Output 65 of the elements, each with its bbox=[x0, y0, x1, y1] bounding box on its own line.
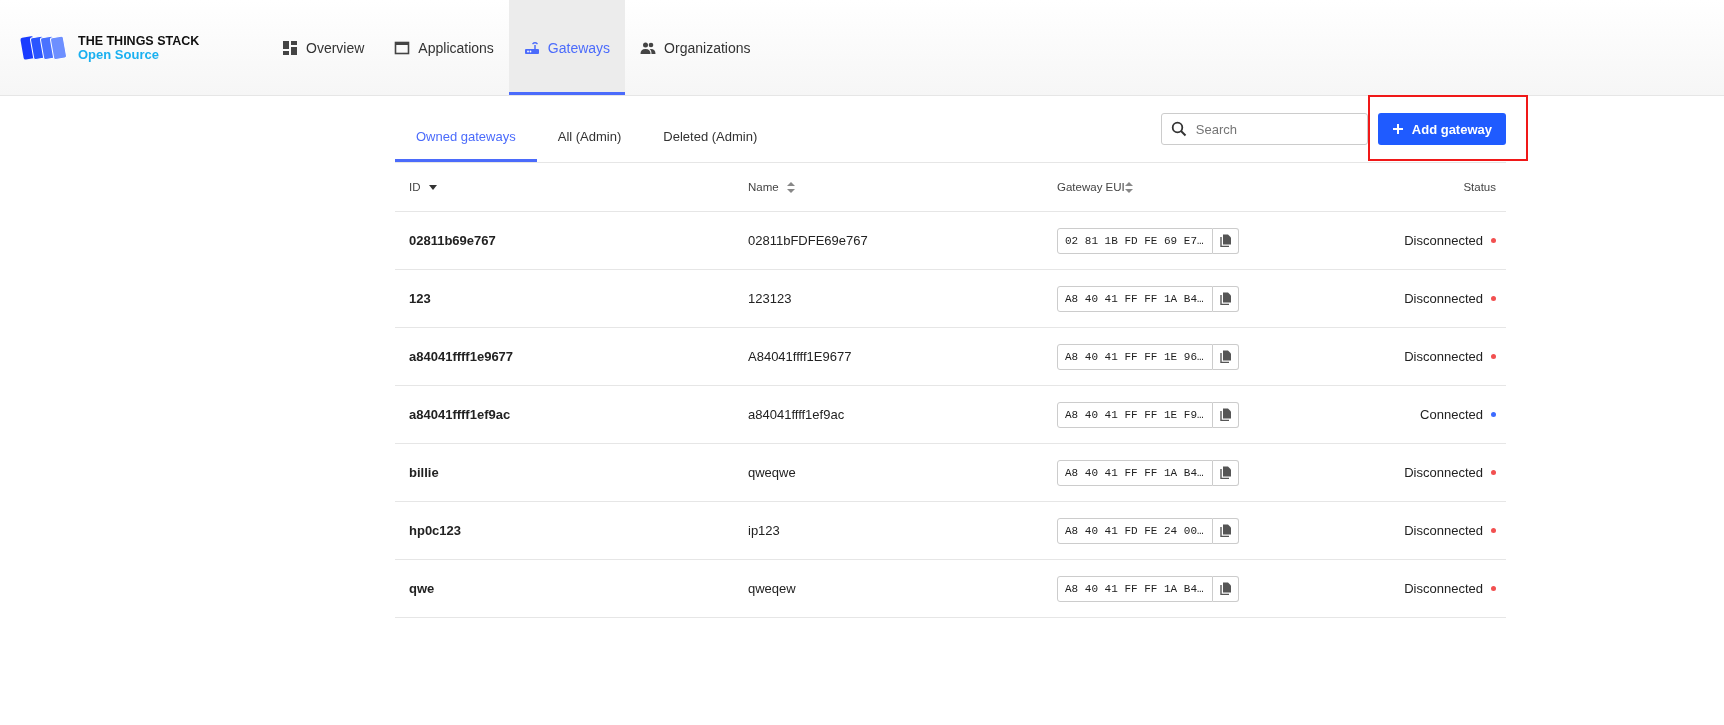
eui-field: A8 40 41 FD FE 24 00… bbox=[1057, 517, 1213, 544]
status-label: Disconnected bbox=[1404, 291, 1483, 306]
tab[interactable]: Deleted (Admin) bbox=[642, 114, 779, 162]
table-cell: a84041ffff1e9677 bbox=[409, 349, 514, 364]
status-label: Connected bbox=[1420, 407, 1483, 422]
status-label: Disconnected bbox=[1404, 465, 1483, 480]
nav-tab[interactable]: Overview bbox=[267, 0, 380, 95]
table-cell: a84041ffff1ef9ac bbox=[748, 407, 845, 422]
copy-button[interactable] bbox=[1213, 401, 1239, 428]
brand-title: THE THINGS STACK bbox=[78, 33, 200, 48]
copy-button[interactable] bbox=[1213, 285, 1239, 312]
tab[interactable]: Owned gateways bbox=[395, 114, 537, 162]
copy-icon bbox=[1219, 524, 1232, 537]
copy-icon bbox=[1219, 582, 1232, 595]
table-cell: A84041ffff1E9677 bbox=[748, 349, 852, 364]
copy-button[interactable] bbox=[1213, 227, 1239, 254]
nav-tab[interactable]: Organizations bbox=[625, 0, 766, 95]
table-cell: 123123 bbox=[748, 291, 792, 306]
copy-icon bbox=[1219, 350, 1232, 363]
table-cell: 02811bFDFE69e767 bbox=[748, 233, 868, 248]
add-gateway-button[interactable]: Add gateway bbox=[1377, 113, 1506, 145]
nav-tab[interactable]: Applications bbox=[379, 0, 509, 95]
copy-icon bbox=[1219, 292, 1232, 305]
column-header[interactable]: ID bbox=[409, 181, 421, 193]
copy-icon bbox=[1219, 466, 1232, 479]
copy-button[interactable] bbox=[1213, 459, 1239, 486]
nav-tab[interactable]: Gateways bbox=[508, 0, 626, 95]
copy-button[interactable] bbox=[1213, 575, 1239, 602]
table-cell: a84041ffff1ef9ac bbox=[409, 407, 511, 422]
caret-down-icon[interactable] bbox=[428, 184, 437, 190]
eui-field: A8 40 41 FF FF 1E F9… bbox=[1057, 401, 1213, 428]
tab[interactable]: All (Admin) bbox=[536, 114, 643, 162]
search-field[interactable]: Search bbox=[1160, 113, 1368, 145]
table-cell: hp0c123 bbox=[409, 523, 462, 538]
table-cell: 123 bbox=[409, 291, 431, 306]
table-cell: billie bbox=[409, 465, 439, 480]
table-cell: qwe bbox=[409, 581, 435, 596]
column-header[interactable]: Gateway EUI bbox=[1057, 181, 1125, 193]
sort-icon[interactable] bbox=[786, 181, 795, 193]
copy-icon bbox=[1219, 234, 1232, 247]
table-cell: ip123 bbox=[748, 523, 780, 538]
copy-button[interactable] bbox=[1213, 517, 1239, 544]
table-cell: 02811b69e767 bbox=[409, 233, 496, 248]
status-label: Disconnected bbox=[1404, 233, 1483, 248]
eui-field: A8 40 41 FF FF 1A B4… bbox=[1057, 575, 1213, 602]
column-header[interactable]: Name bbox=[748, 181, 779, 193]
router-icon bbox=[523, 39, 540, 56]
dashboard-icon bbox=[282, 39, 298, 56]
eui-field: A8 40 41 FF FF 1A B4… bbox=[1057, 285, 1213, 312]
eui-field: 02 81 1B FD FE 69 E7… bbox=[1057, 227, 1213, 254]
status-label: Disconnected bbox=[1404, 349, 1483, 364]
eui-field: A8 40 41 FF FF 1E 96… bbox=[1057, 343, 1213, 370]
status-label: Disconnected bbox=[1404, 581, 1483, 596]
plus-icon bbox=[1391, 123, 1404, 135]
search-icon bbox=[1170, 121, 1187, 137]
brand-subtitle: Open Source bbox=[78, 47, 160, 62]
eui-field: A8 40 41 FF FF 1A B4… bbox=[1057, 459, 1213, 486]
window-icon bbox=[394, 39, 411, 56]
copy-icon bbox=[1219, 408, 1232, 421]
copy-button[interactable] bbox=[1213, 343, 1239, 370]
sort-icon[interactable] bbox=[1124, 181, 1133, 193]
table-cell: qweqew bbox=[748, 581, 796, 596]
status-label: Disconnected bbox=[1404, 523, 1483, 538]
table-cell: qweqwe bbox=[748, 465, 796, 480]
column-header[interactable]: Status bbox=[1463, 181, 1496, 193]
